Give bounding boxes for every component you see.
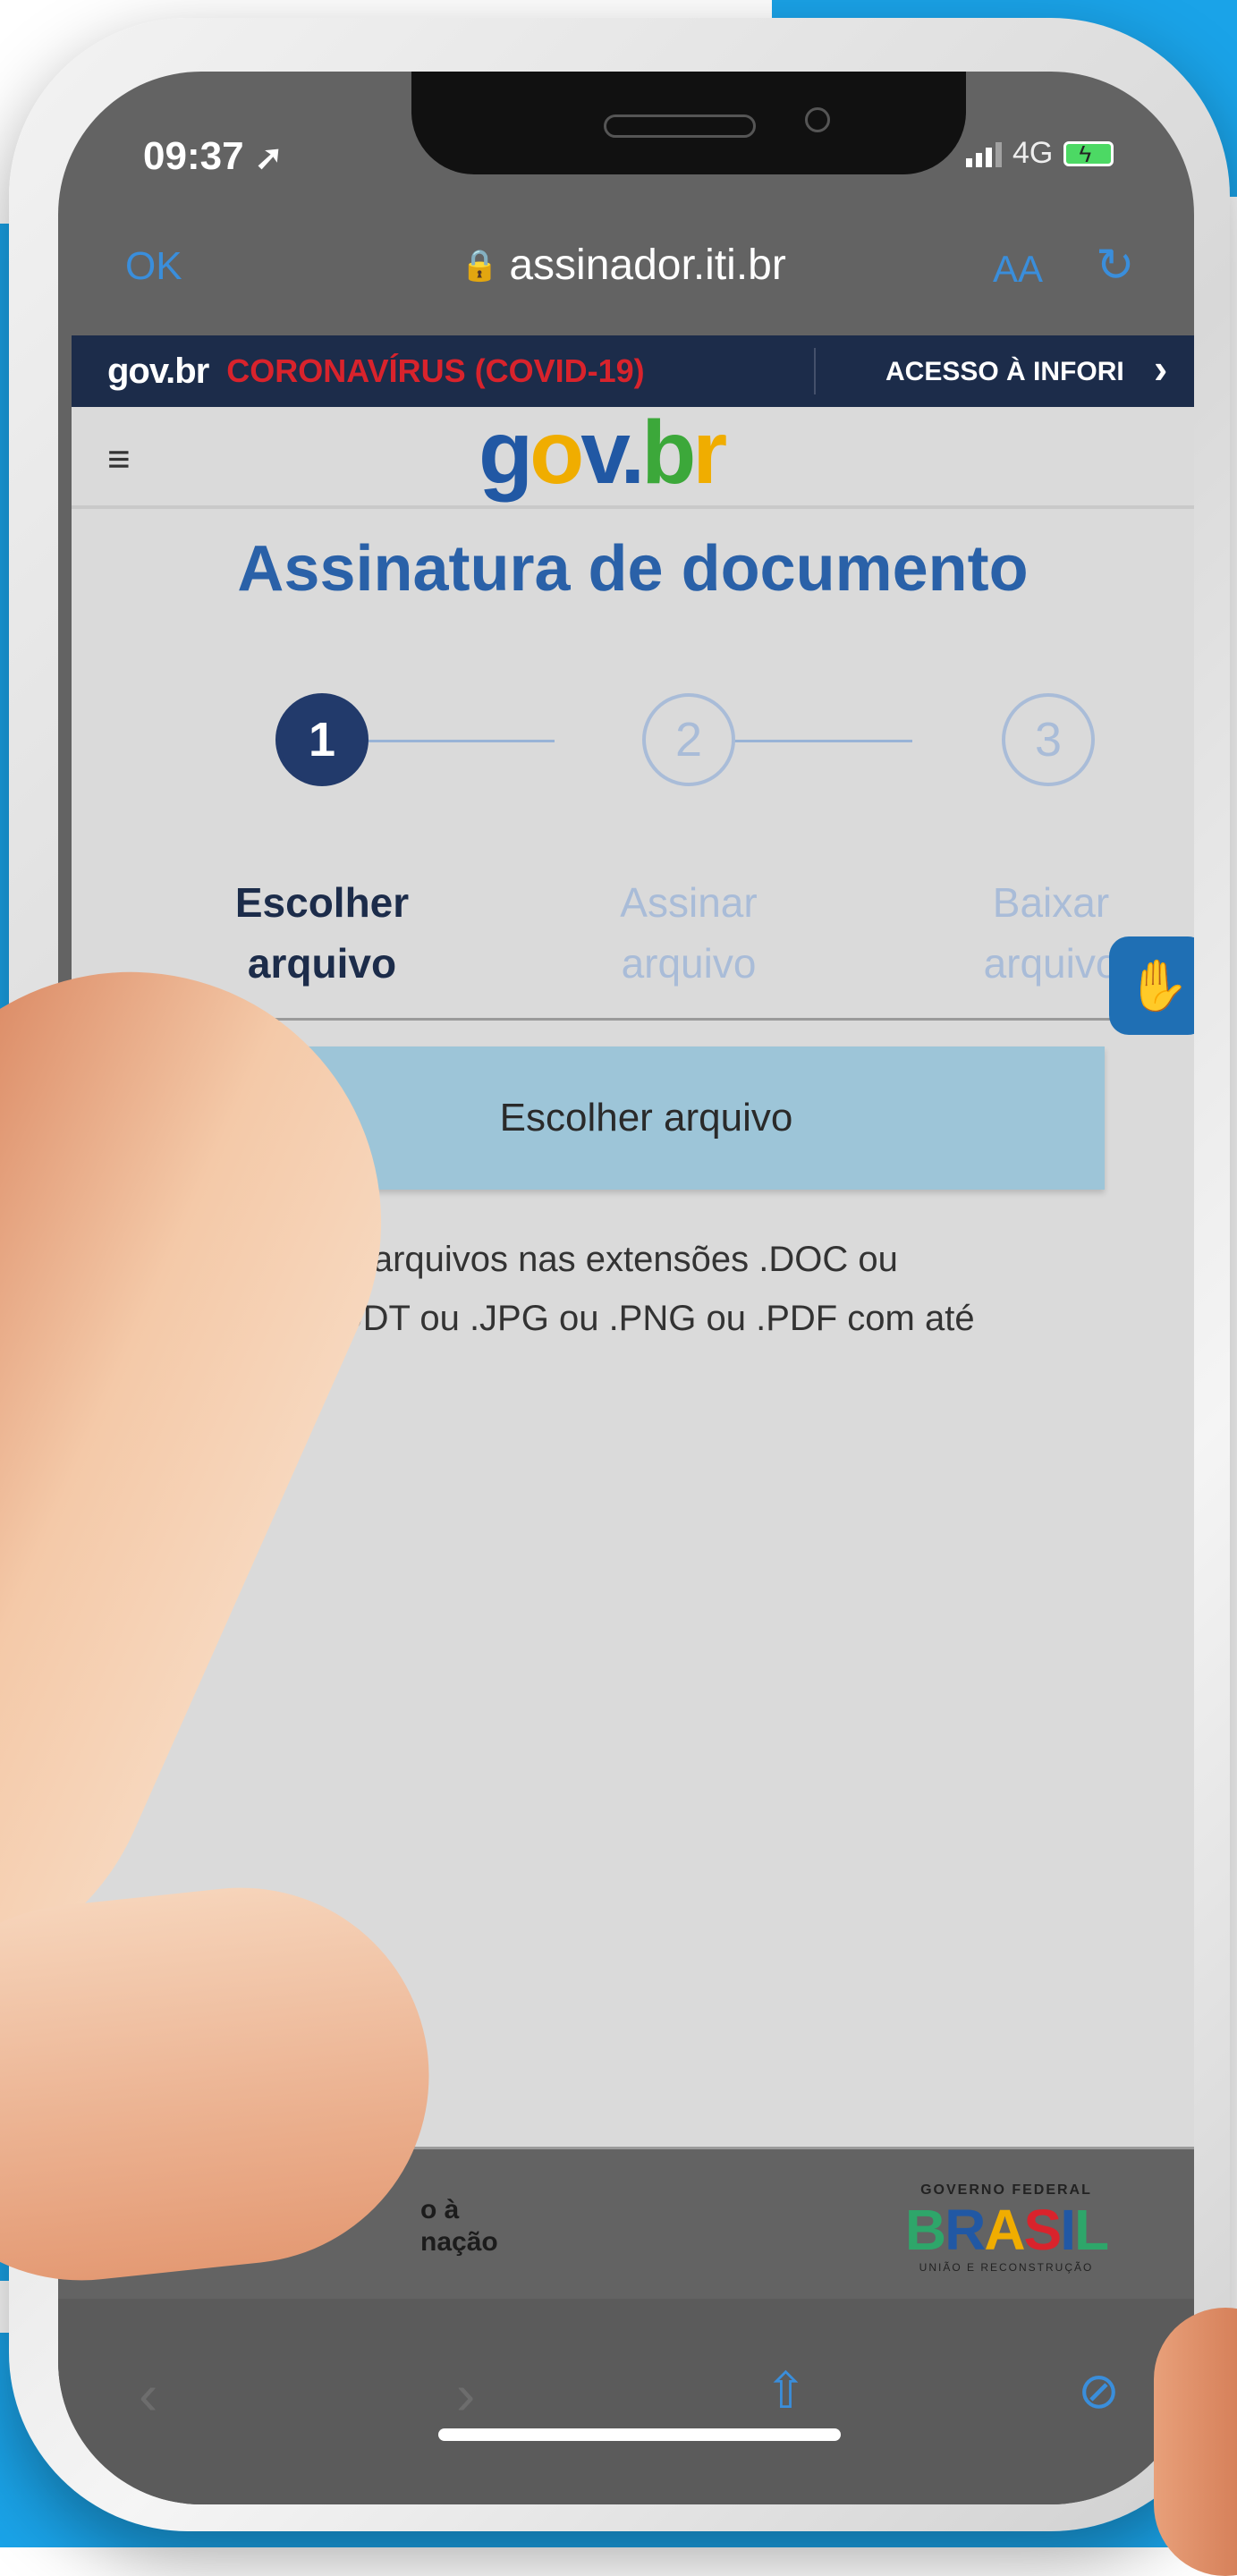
lock-icon: 🔒: [461, 249, 499, 283]
logo-letter: g: [479, 402, 533, 503]
chevron-left-icon[interactable]: ‹: [139, 2361, 157, 2428]
brasil-letter: A: [984, 2198, 1025, 2262]
footer-access-line2: nação: [420, 2227, 498, 2257]
page-title: Assinatura de documento: [237, 533, 1029, 605]
brasil-letter: R: [945, 2198, 986, 2262]
status-indicators: 4G ϟ: [966, 136, 1114, 171]
url-field[interactable]: 🔒 assinador.iti.br: [461, 241, 786, 290]
hand-edge: [1154, 2308, 1237, 2576]
brasil-letter: L: [1074, 2198, 1109, 2262]
chevron-right-icon[interactable]: ›: [456, 2361, 475, 2428]
speaker: [604, 114, 756, 138]
logo-letter: o: [530, 402, 584, 503]
brasil-letter: S: [1023, 2198, 1063, 2262]
uniao-reconstrucao-text: UNIÃO E RECONSTRUÇÃO: [919, 2261, 1094, 2274]
step-1-label: Escolher arquivo: [188, 872, 456, 994]
chevron-right-icon[interactable]: ›: [1154, 344, 1167, 393]
govbar-logo[interactable]: gov.br: [107, 352, 209, 392]
notch: [411, 72, 966, 174]
step-3-circle: 3: [1002, 693, 1095, 786]
camera: [805, 107, 830, 132]
step-2-label-line2: arquivo: [621, 940, 757, 987]
brasil-letter: B: [904, 2198, 946, 2262]
covid-link[interactable]: CORONAVÍRUS (COVID-19): [226, 352, 644, 390]
step-2-label-line1: Assinar: [620, 879, 758, 926]
share-icon[interactable]: ⇧: [765, 2361, 807, 2420]
hamburger-menu-icon[interactable]: ≡: [107, 437, 131, 482]
brasil-letter: I: [1060, 2198, 1076, 2262]
done-button[interactable]: OK: [125, 244, 182, 289]
logo-letter: .: [620, 402, 645, 503]
step-1-label-line2: arquivo: [247, 940, 397, 987]
step-connector: [367, 740, 555, 742]
battery-icon: ϟ: [1063, 140, 1114, 167]
step-1-circle: 1: [275, 693, 369, 786]
govbr-logo[interactable]: gov.br: [479, 402, 727, 504]
governo-federal-logo: GOVERNO FEDERAL BRASIL UNIÃO E RECONSTRU…: [872, 2182, 1140, 2274]
step-3-label-line1: Baixar: [992, 879, 1110, 926]
browser-toolbar: ‹ › ⇧ ⊘: [58, 2299, 1194, 2504]
logo-letter: v: [580, 402, 623, 503]
logo-letter: b: [641, 402, 696, 503]
govbar-divider: [814, 348, 816, 394]
url-text: assinador.iti.br: [509, 242, 786, 289]
governo-federal-text: GOVERNO FEDERAL: [920, 2182, 1092, 2198]
location-arrow-icon: ➚: [254, 140, 284, 177]
home-indicator[interactable]: [438, 2428, 841, 2441]
gov-bar: gov.br CORONAVÍRUS (COVID-19) ACESSO À I…: [72, 335, 1194, 407]
footer-access-line1: o à: [420, 2195, 460, 2224]
access-information-link[interactable]: ACESSO À INFORI: [885, 357, 1124, 387]
site-header: ≡ gov.br: [72, 402, 1194, 509]
reload-icon[interactable]: ↻: [1096, 239, 1135, 292]
status-time: 09:37 ➚: [143, 134, 284, 179]
signal-icon: [966, 140, 1002, 167]
step-2-circle: 2: [642, 693, 735, 786]
access-info-footer-link[interactable]: o à nação: [420, 2194, 498, 2258]
step-2-label: Assinar arquivo: [555, 872, 823, 994]
browser-address-bar: OK 🔒 assinador.iti.br AA ↻: [58, 228, 1194, 318]
network-label: 4G: [1012, 136, 1054, 170]
brasil-wordmark: BRASIL: [872, 2199, 1140, 2261]
compass-icon[interactable]: ⊘: [1078, 2361, 1120, 2420]
sign-language-hands-icon[interactable]: ✋: [1109, 936, 1194, 1035]
status-time-text: 09:37: [143, 134, 244, 178]
text-size-button[interactable]: AA: [993, 248, 1043, 291]
logo-letter: r: [692, 402, 727, 503]
step-1-label-line1: Escolher: [234, 879, 410, 926]
